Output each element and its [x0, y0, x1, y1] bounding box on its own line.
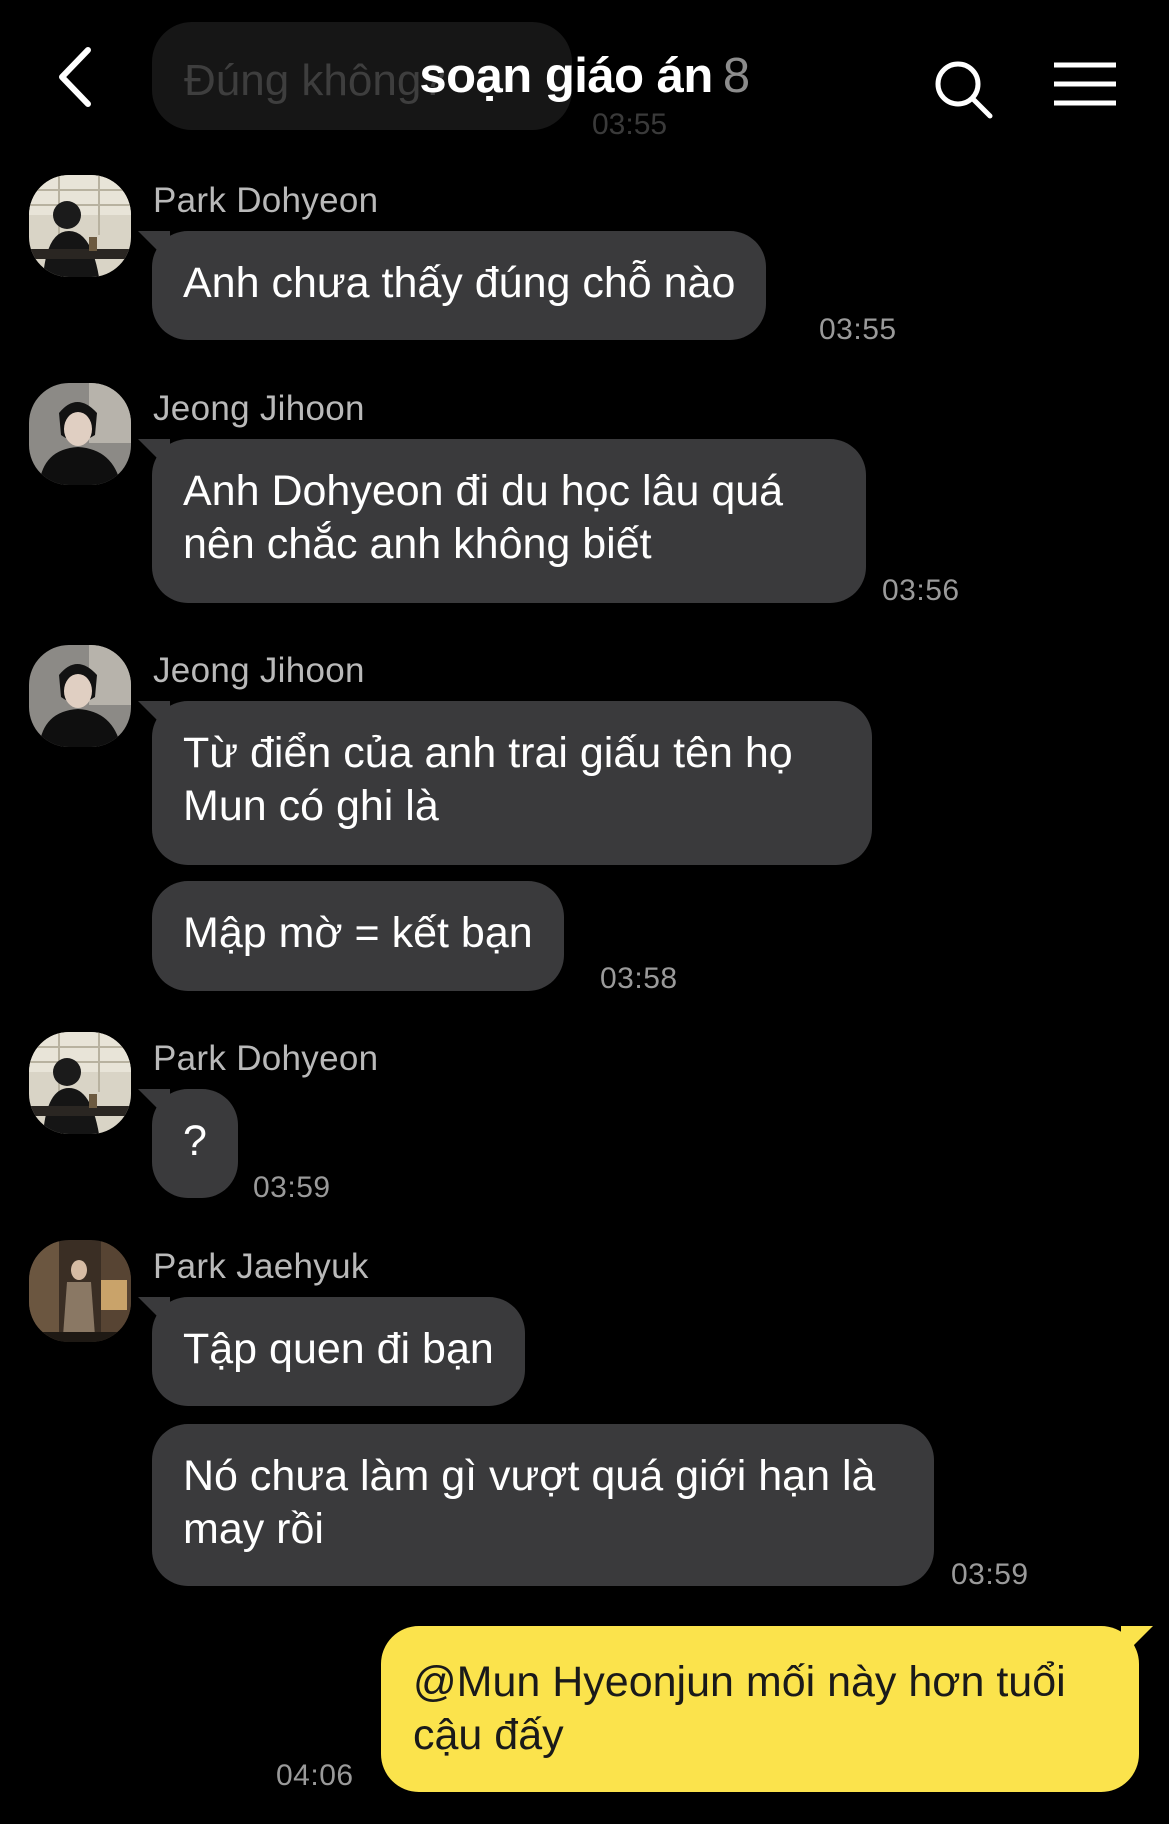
- message-bubble[interactable]: Mập mờ = kết bạn: [152, 881, 564, 991]
- message-bubble[interactable]: Anh chưa thấy đúng chỗ nào: [152, 231, 767, 340]
- sender-name: Park Dohyeon: [153, 181, 379, 220]
- message-bubble[interactable]: Anh Dohyeon đi du học lâu quá nên chắc a…: [152, 439, 866, 603]
- message-time: 03:55: [819, 313, 897, 346]
- member-count: 8: [722, 49, 750, 103]
- message-time: 03:56: [882, 574, 960, 607]
- profile-photo-icon: [29, 383, 131, 485]
- profile-photo-icon: [29, 645, 131, 747]
- message-text: ?: [183, 1117, 207, 1165]
- hamburger-menu-icon: [1054, 62, 1116, 106]
- message-bubble[interactable]: Tập quen đi bạn: [152, 1297, 525, 1406]
- sender-name: Jeong Jihoon: [153, 389, 365, 428]
- chat-header: soạn giáo án 8: [0, 0, 1169, 160]
- message-time: 03:58: [600, 962, 678, 995]
- avatar-jeong-jihoon[interactable]: [29, 645, 131, 747]
- avatar-jeong-jihoon[interactable]: [29, 383, 131, 485]
- message-time: 03:59: [951, 1558, 1029, 1591]
- avatar-park-jaehyuk[interactable]: [29, 1240, 131, 1342]
- chat-name: soạn giáo án: [419, 49, 713, 103]
- message-bubble[interactable]: Từ điển của anh trai giấu tên họ Mun có …: [152, 701, 872, 865]
- avatar-park-dohyeon[interactable]: [29, 1032, 131, 1134]
- sender-name: Park Jaehyuk: [153, 1247, 369, 1286]
- my-message-time: 04:06: [276, 1759, 354, 1792]
- profile-photo-icon: [29, 1240, 131, 1342]
- message-bubble[interactable]: Nó chưa làm gì vượt quá giới hạn là may …: [152, 1424, 934, 1586]
- my-message-bubble[interactable]: @Mun Hyeonjun mối này hơn tuổi cậu đấy: [381, 1626, 1139, 1792]
- message-text: Anh chưa thấy đúng chỗ nào: [183, 259, 736, 307]
- sender-name: Park Dohyeon: [153, 1039, 379, 1078]
- message-time: 03:59: [253, 1171, 331, 1204]
- message-text: Tập quen đi bạn: [183, 1325, 494, 1373]
- profile-photo-icon: [29, 1032, 131, 1134]
- my-message-text: @Mun Hyeonjun mối này hơn tuổi cậu đấy: [413, 1658, 1066, 1759]
- message-bubble[interactable]: ?: [152, 1089, 238, 1198]
- avatar-park-dohyeon[interactable]: [29, 175, 131, 277]
- message-text: Mập mờ = kết bạn: [183, 909, 533, 957]
- chat-screen: Đúng không? 03:55 soạn giáo án 8 Park Do…: [0, 0, 1169, 1824]
- message-text: Từ điển của anh trai giấu tên họ Mun có …: [183, 729, 793, 830]
- message-text: Anh Dohyeon đi du học lâu quá nên chắc a…: [183, 467, 784, 568]
- menu-button[interactable]: [1050, 56, 1120, 112]
- message-text: Nó chưa làm gì vượt quá giới hạn là may …: [183, 1452, 876, 1553]
- sender-name: Jeong Jihoon: [153, 651, 365, 690]
- search-button[interactable]: [930, 56, 1000, 126]
- profile-photo-icon: [29, 175, 131, 277]
- search-icon: [935, 61, 993, 119]
